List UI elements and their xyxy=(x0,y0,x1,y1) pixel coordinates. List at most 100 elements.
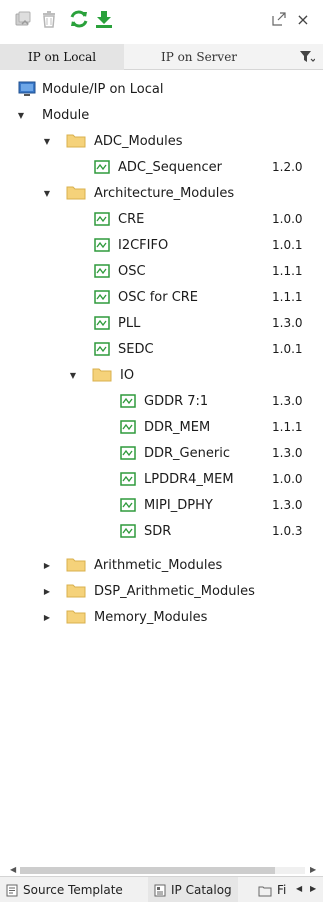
ip-name: SDR xyxy=(144,523,172,539)
tab-ip-on-local[interactable]: IP on Local xyxy=(0,44,124,70)
tree-leaf-cre[interactable]: CRE 1.0.0 xyxy=(0,206,323,232)
ip-version: 1.2.0 xyxy=(272,160,303,174)
ip-core-icon xyxy=(94,290,110,304)
scroll-left-icon[interactable]: ◀ xyxy=(10,865,16,874)
monitor-icon xyxy=(18,81,36,96)
ip-version: 1.3.0 xyxy=(272,446,303,460)
tree-leaf-pll[interactable]: PLL 1.3.0 xyxy=(0,310,323,336)
maximize-icon xyxy=(272,12,286,26)
ip-core-icon xyxy=(94,342,110,356)
tree-node-label: Memory_Modules xyxy=(94,609,208,625)
tab-ip-on-server[interactable]: IP on Server xyxy=(124,44,274,70)
bottom-tab-bar: Source Template IP Catalog Fi ◀ ▶ xyxy=(0,876,323,902)
refresh-icon xyxy=(70,10,88,28)
tree-leaf-sedc[interactable]: SEDC 1.0.1 xyxy=(0,336,323,362)
expanded-arrow-icon[interactable]: ▼ xyxy=(42,188,52,198)
tree-leaf-osc[interactable]: OSC 1.1.1 xyxy=(0,258,323,284)
tree-node-dsp-arithmetic-modules[interactable]: ▶ DSP_Arithmetic_Modules xyxy=(0,578,323,604)
ip-core-icon xyxy=(120,524,136,538)
tree-node-label: Module xyxy=(42,107,90,123)
ip-name: MIPI_DPHY xyxy=(144,497,213,513)
folder-icon xyxy=(66,558,86,572)
toolbar: × xyxy=(0,0,323,38)
tree-node-io[interactable]: ▼ IO xyxy=(0,362,323,388)
folder-icon xyxy=(66,610,86,624)
tree-leaf-lpddr4-mem[interactable]: LPDDR4_MEM 1.0.0 xyxy=(0,466,323,492)
ip-core-icon xyxy=(94,212,110,226)
tab-ip-catalog[interactable]: IP Catalog xyxy=(148,877,238,902)
expanded-arrow-icon[interactable]: ▼ xyxy=(16,110,26,120)
tab-scroll-right-icon[interactable]: ▶ xyxy=(310,884,316,893)
ip-version: 1.0.0 xyxy=(272,212,303,226)
tab-label: IP Catalog xyxy=(171,883,232,897)
close-icon: × xyxy=(296,9,310,29)
collapsed-arrow-icon[interactable]: ▶ xyxy=(42,560,52,570)
tree-leaf-ddr-mem[interactable]: DDR_MEM 1.1.1 xyxy=(0,414,323,440)
tree-node-arithmetic-modules[interactable]: ▶ Arithmetic_Modules xyxy=(0,552,323,578)
ip-name: OSC for CRE xyxy=(118,289,199,305)
folder-icon xyxy=(66,134,86,148)
ip-name: OSC xyxy=(118,263,146,279)
ip-version: 1.1.1 xyxy=(272,264,303,278)
tree-root-label: Module/IP on Local xyxy=(42,81,164,97)
folder-icon xyxy=(92,368,112,382)
ip-name: ADC_Sequencer xyxy=(118,159,222,175)
tab-scroll-left-icon[interactable]: ◀ xyxy=(296,884,302,893)
catalog-icon xyxy=(154,884,166,897)
horizontal-scrollbar[interactable]: ◀ ▶ xyxy=(10,865,316,875)
expanded-arrow-icon[interactable]: ▼ xyxy=(68,370,78,380)
download-button[interactable] xyxy=(93,8,115,30)
tab-files[interactable]: Fi xyxy=(258,877,286,902)
tree-leaf-adc-sequencer[interactable]: ADC_Sequencer 1.2.0 xyxy=(0,154,323,180)
ip-core-icon xyxy=(120,394,136,408)
ip-name: DDR_MEM xyxy=(144,419,211,435)
tree-leaf-i2cfifo[interactable]: I2CFIFO 1.0.1 xyxy=(0,232,323,258)
tree-node-adc-modules[interactable]: ▼ ADC_Modules xyxy=(0,128,323,154)
close-button[interactable]: × xyxy=(292,8,314,30)
tree-node-label: Architecture_Modules xyxy=(94,185,235,201)
ip-core-icon xyxy=(120,472,136,486)
delete-button[interactable] xyxy=(38,8,60,30)
tree-node-label: ADC_Modules xyxy=(94,133,183,149)
tab-source-template[interactable]: Source Template xyxy=(6,877,123,902)
tree-leaf-mipi-dphy[interactable]: MIPI_DPHY 1.3.0 xyxy=(0,492,323,518)
folder-icon xyxy=(66,186,86,200)
folder-outline-icon xyxy=(258,886,272,896)
scroll-right-icon[interactable]: ▶ xyxy=(310,865,316,874)
tree-node-memory-modules[interactable]: ▶ Memory_Modules xyxy=(0,604,323,630)
tree-node-architecture-modules[interactable]: ▼ Architecture_Modules xyxy=(0,180,323,206)
maximize-button[interactable] xyxy=(268,8,290,30)
ip-version: 1.0.1 xyxy=(272,342,303,356)
collapsed-arrow-icon[interactable]: ▶ xyxy=(42,586,52,596)
document-icon xyxy=(6,884,18,897)
tree-leaf-osc-for-cre[interactable]: OSC for CRE 1.1.1 xyxy=(0,284,323,310)
download-icon xyxy=(96,11,112,28)
tab-label: Source Template xyxy=(23,883,123,897)
ip-name: DDR_Generic xyxy=(144,445,230,461)
ip-name: I2CFIFO xyxy=(118,237,169,253)
ip-name: CRE xyxy=(118,211,145,227)
scroll-thumb[interactable] xyxy=(20,867,275,874)
expanded-arrow-icon[interactable]: ▼ xyxy=(42,136,52,146)
tree-node-module[interactable]: ▼ Module xyxy=(0,102,323,128)
ip-core-icon xyxy=(120,420,136,434)
import-button[interactable] xyxy=(12,8,34,30)
tree-leaf-ddr-generic[interactable]: DDR_Generic 1.3.0 xyxy=(0,440,323,466)
ip-version: 1.3.0 xyxy=(272,316,303,330)
ip-core-icon xyxy=(120,498,136,512)
tree-node-label: Arithmetic_Modules xyxy=(94,557,223,573)
folder-icon xyxy=(66,584,86,598)
ip-name: LPDDR4_MEM xyxy=(144,471,234,487)
tree-leaf-gddr-7-1[interactable]: GDDR 7:1 1.3.0 xyxy=(0,388,323,414)
ip-core-icon xyxy=(94,160,110,174)
ip-name: SEDC xyxy=(118,341,154,357)
ip-version: 1.3.0 xyxy=(272,394,303,408)
filter-icon[interactable] xyxy=(299,50,315,64)
refresh-button[interactable] xyxy=(68,8,90,30)
tree-node-label: IO xyxy=(120,367,135,383)
tab-label: Fi xyxy=(277,883,287,897)
ip-core-icon xyxy=(120,446,136,460)
tree-leaf-sdr[interactable]: SDR 1.0.3 xyxy=(0,518,323,544)
collapsed-arrow-icon[interactable]: ▶ xyxy=(42,612,52,622)
tree-root[interactable]: Module/IP on Local xyxy=(0,76,323,102)
